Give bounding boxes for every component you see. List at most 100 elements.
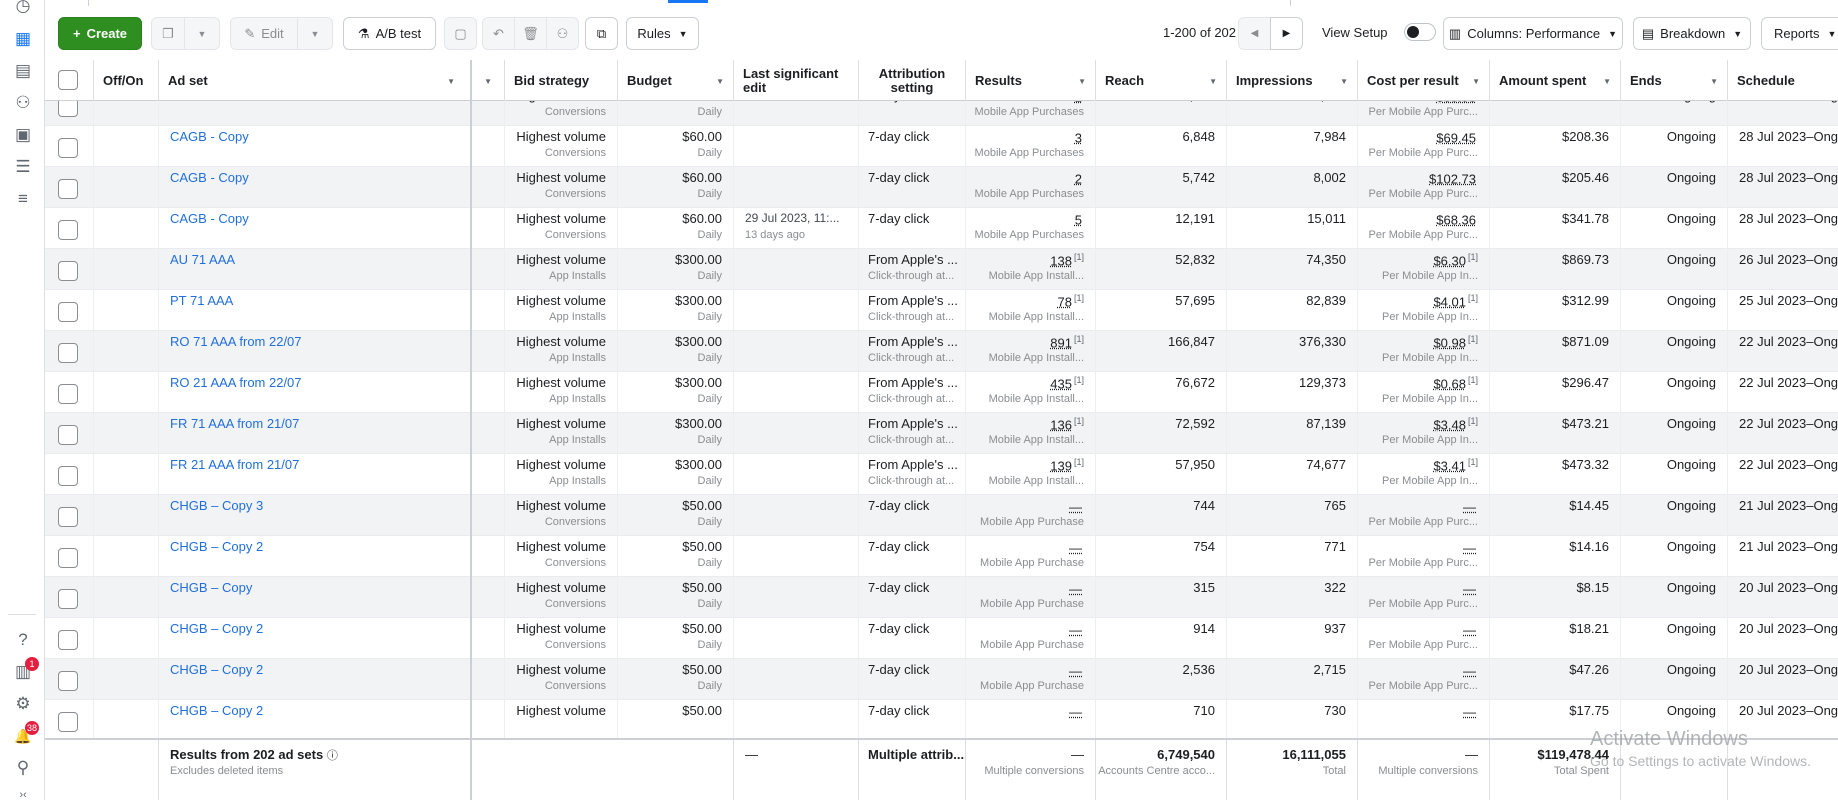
sort-icon[interactable]: ▼: [1209, 77, 1217, 86]
ad-set-name-link[interactable]: CHGB – Copy 2: [170, 621, 263, 636]
row-checkbox[interactable]: [58, 220, 78, 240]
results-value[interactable]: —: [1069, 662, 1084, 678]
results-value[interactable]: 2: [1075, 101, 1084, 104]
ad-set-name-link[interactable]: FR 71 AAA from 21/07: [170, 416, 299, 431]
row-checkbox[interactable]: [58, 261, 78, 281]
results-number[interactable]: 139: [1050, 458, 1072, 473]
cost-per-result-number[interactable]: $0.68: [1433, 376, 1466, 391]
cost-per-result-number[interactable]: $0.98: [1433, 335, 1466, 350]
column-header-last-edit[interactable]: Last significant edit: [734, 60, 859, 101]
cost-per-result-number[interactable]: —: [1463, 622, 1476, 637]
row-checkbox[interactable]: [58, 507, 78, 527]
table-row[interactable]: CAGB - Copy Highest volume Conversions $60.…: [45, 167, 1838, 208]
catalog-icon[interactable]: ▣: [6, 120, 40, 150]
cost-per-result-number[interactable]: —: [1463, 663, 1476, 678]
edit-dropdown[interactable]: ▼: [297, 17, 333, 50]
results-value[interactable]: —: [1069, 621, 1084, 637]
sort-icon[interactable]: ▼: [716, 77, 724, 86]
column-header-ends[interactable]: Ends ▼: [1621, 60, 1728, 101]
row-checkbox[interactable]: [58, 671, 78, 691]
cost-per-result-value[interactable]: $0.98 [1]: [1433, 334, 1478, 350]
columns-button[interactable]: ▥ Columns: Performance ▼: [1443, 17, 1623, 50]
document-icon[interactable]: ▤: [6, 56, 40, 86]
collapse-icon[interactable]: ›‹: [6, 780, 40, 800]
undo-button[interactable]: ↶: [482, 17, 515, 50]
view-setup-toggle[interactable]: [1404, 23, 1436, 41]
results-value[interactable]: 136 [1]: [1050, 416, 1084, 432]
cost-per-result-number[interactable]: $68.36: [1436, 212, 1476, 227]
table-row[interactable]: CHGB – Copy 2 Highest volume Conversions $5…: [45, 618, 1838, 659]
results-value[interactable]: 78 [1]: [1058, 293, 1084, 309]
info-icon[interactable]: ⓘ: [327, 750, 338, 762]
results-value[interactable]: 139 [1]: [1050, 457, 1084, 473]
table-row[interactable]: CAGB - Copy Highest volume Conversions $60.…: [45, 126, 1838, 167]
cost-per-result-number[interactable]: $38.53: [1436, 101, 1476, 104]
ad-set-name-link[interactable]: CAGB - Copy: [170, 211, 249, 226]
cost-per-result-number[interactable]: $3.41: [1433, 458, 1466, 473]
sort-icon[interactable]: ▼: [1340, 77, 1348, 86]
ad-set-name-link[interactable]: CHGB – Copy 3: [170, 498, 263, 513]
assign-button[interactable]: ⚇: [546, 17, 579, 50]
results-number[interactable]: 2: [1075, 171, 1082, 186]
cost-per-result-value[interactable]: —: [1463, 621, 1478, 637]
preview-button[interactable]: ⧉: [585, 17, 618, 50]
results-number[interactable]: 136: [1050, 417, 1072, 432]
column-header-reach[interactable]: Reach ▼: [1096, 60, 1227, 101]
row-checkbox[interactable]: [58, 630, 78, 650]
row-checkbox[interactable]: [58, 425, 78, 445]
row-checkbox[interactable]: [58, 302, 78, 322]
results-number[interactable]: 138: [1050, 253, 1072, 268]
cost-per-result-value[interactable]: —: [1463, 662, 1478, 678]
delete-button[interactable]: 🗑: [514, 17, 547, 50]
column-header-impressions[interactable]: Impressions ▼: [1227, 60, 1358, 101]
edit-button[interactable]: ✎ Edit: [230, 17, 298, 50]
cost-per-result-value[interactable]: —: [1463, 703, 1478, 719]
table-row[interactable]: AU 71 AAA Highest volume App Installs $300.…: [45, 249, 1838, 290]
column-header-ad-set[interactable]: Ad set ▼: [159, 60, 472, 101]
results-value[interactable]: —: [1069, 580, 1084, 596]
ad-set-name-link[interactable]: CHGB – Copy 2: [170, 703, 263, 718]
results-number[interactable]: 891: [1050, 335, 1072, 350]
table-row[interactable]: CHGB – Copy 3 Highest volume Conversions $5…: [45, 495, 1838, 536]
sort-icon[interactable]: ▼: [1603, 77, 1611, 86]
database-icon[interactable]: ☰: [6, 152, 40, 182]
ad-set-name-link[interactable]: CHGB – Copy: [170, 580, 252, 595]
create-button[interactable]: + Create: [58, 17, 142, 50]
reports-button[interactable]: Reports ▼: [1761, 17, 1838, 50]
cost-per-result-value[interactable]: $102.73: [1429, 170, 1478, 186]
next-page-button[interactable]: ▶: [1270, 17, 1303, 50]
table-row[interactable]: FR 21 AAA from 21/07 Highest volume App In…: [45, 454, 1838, 495]
table-icon[interactable]: ▦: [6, 24, 40, 54]
row-checkbox[interactable]: [58, 712, 78, 732]
cost-per-result-number[interactable]: $102.73: [1429, 171, 1476, 186]
duplicate-dropdown[interactable]: ▼: [184, 17, 220, 50]
results-number[interactable]: 78: [1058, 294, 1072, 309]
results-number[interactable]: 2: [1075, 101, 1082, 104]
cost-per-result-number[interactable]: —: [1463, 704, 1476, 719]
cost-per-result-number[interactable]: —: [1463, 540, 1476, 555]
results-number[interactable]: 3: [1075, 130, 1082, 145]
rules-button[interactable]: Rules ▼: [626, 17, 699, 50]
cost-per-result-value[interactable]: $4.01 [1]: [1433, 293, 1478, 309]
results-value[interactable]: —: [1069, 498, 1084, 514]
results-value[interactable]: 3: [1075, 129, 1084, 145]
column-header-off-on[interactable]: Off/On: [94, 60, 159, 101]
cost-per-result-value[interactable]: $3.41 [1]: [1433, 457, 1478, 473]
audience-icon[interactable]: ⚇: [6, 88, 40, 118]
row-checkbox[interactable]: [58, 179, 78, 199]
ad-set-name-link[interactable]: CHGB – Copy 2: [170, 539, 263, 554]
table-row[interactable]: CHGB – Copy Highest volume Conversions $50.…: [45, 577, 1838, 618]
column-header-budget[interactable]: Budget ▼: [618, 60, 734, 101]
row-checkbox[interactable]: [58, 548, 78, 568]
results-value[interactable]: —: [1069, 703, 1084, 719]
row-checkbox[interactable]: [58, 589, 78, 609]
cost-per-result-value[interactable]: $3.48 [1]: [1433, 416, 1478, 432]
table-row[interactable]: CAGB - Copy Highest volume Conversions $60.…: [45, 208, 1838, 249]
bell-icon[interactable]: 🔔 38: [6, 721, 40, 751]
column-header-cost-per-result[interactable]: Cost per result ▼: [1358, 60, 1490, 101]
results-number[interactable]: —: [1069, 622, 1082, 637]
column-header-bid-strategy[interactable]: Bid strategy: [505, 60, 618, 101]
sort-icon[interactable]: ▼: [1472, 77, 1480, 86]
ad-set-name-link[interactable]: CAGB - Copy: [170, 170, 249, 185]
cost-per-result-number[interactable]: —: [1463, 581, 1476, 596]
